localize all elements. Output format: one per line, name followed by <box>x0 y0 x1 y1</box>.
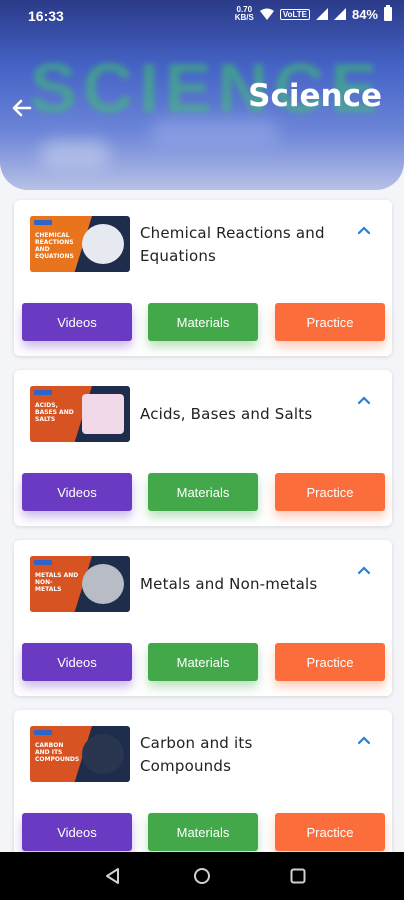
chapter-thumbnail[interactable]: Carbon and its Compounds <box>30 726 130 782</box>
battery-icon <box>384 5 392 21</box>
chapter-title[interactable]: Carbon and its Compounds <box>140 732 340 778</box>
triangle-back-icon[interactable] <box>104 867 122 885</box>
practice-button[interactable]: Practice <box>275 473 385 511</box>
status-bar: 16:33 0.70 KB/S VoLTE 84% <box>0 0 404 32</box>
status-icons: 0.70 KB/S VoLTE 84% <box>235 5 392 22</box>
back-button[interactable] <box>8 94 36 122</box>
brand-logo-icon <box>34 390 52 395</box>
videos-button[interactable]: Videos <box>22 643 132 681</box>
videos-button[interactable]: Videos <box>22 813 132 851</box>
chapter-card[interactable]: Chemical Reactions and Equations Chemica… <box>14 200 392 356</box>
thumbnail-label: Carbon and its Compounds <box>35 742 80 763</box>
chapter-card[interactable]: Carbon and its Compounds Carbon and its … <box>14 710 392 866</box>
wifi-icon <box>259 8 274 20</box>
chapter-card[interactable]: Metals and Non-metals Metals and Non-met… <box>14 540 392 696</box>
practice-button[interactable]: Practice <box>275 303 385 341</box>
metal-illustration-icon <box>82 564 124 604</box>
thumbnail-label: Metals and Non-metals <box>35 572 79 593</box>
chapter-title[interactable]: Chemical Reactions and Equations <box>140 222 340 268</box>
chevron-up-icon[interactable] <box>356 392 372 408</box>
system-nav-bar <box>0 852 404 900</box>
header-decoration <box>150 120 280 150</box>
volte-badge: VoLTE <box>279 8 310 20</box>
videos-button[interactable]: Videos <box>22 473 132 511</box>
signal-icon <box>333 8 346 20</box>
videos-button[interactable]: Videos <box>22 303 132 341</box>
molecule-illustration-icon <box>82 734 124 774</box>
thumbnail-label: Acids, Bases and Salts <box>35 402 74 423</box>
chevron-up-icon[interactable] <box>356 732 372 748</box>
chevron-up-icon[interactable] <box>356 222 372 238</box>
signal-icon <box>315 8 328 20</box>
materials-button[interactable]: Materials <box>148 303 258 341</box>
square-recents-icon[interactable] <box>289 867 307 885</box>
arrow-left-icon <box>12 99 32 117</box>
thumbnail-label: Chemical Reactions and Equations <box>35 232 74 260</box>
practice-button[interactable]: Practice <box>275 813 385 851</box>
brand-logo-icon <box>34 560 52 565</box>
materials-button[interactable]: Materials <box>148 473 258 511</box>
materials-button[interactable]: Materials <box>148 643 258 681</box>
flask-illustration-icon <box>82 224 124 264</box>
chevron-up-icon[interactable] <box>356 562 372 578</box>
chapter-thumbnail[interactable]: Acids, Bases and Salts <box>30 386 130 442</box>
circle-home-icon[interactable] <box>193 867 211 885</box>
brand-logo-icon <box>34 730 52 735</box>
chapter-thumbnail[interactable]: Metals and Non-metals <box>30 556 130 612</box>
screen: SCIENCE 16:33 0.70 KB/S VoLTE 84% Scienc… <box>0 0 404 900</box>
materials-button[interactable]: Materials <box>148 813 258 851</box>
header-banner: SCIENCE 16:33 0.70 KB/S VoLTE 84% Scienc… <box>0 0 404 190</box>
brand-logo-icon <box>34 220 52 225</box>
practice-button[interactable]: Practice <box>275 643 385 681</box>
network-speed: 0.70 KB/S <box>235 6 254 22</box>
chapter-title[interactable]: Metals and Non-metals <box>140 573 340 596</box>
chapter-card[interactable]: Acids, Bases and Salts Acids, Bases and … <box>14 370 392 526</box>
network-speed-unit: KB/S <box>234 13 254 22</box>
lab-illustration-icon <box>82 394 124 434</box>
chapter-title[interactable]: Acids, Bases and Salts <box>140 403 340 426</box>
header-decoration <box>40 140 110 170</box>
page-title: Science <box>248 78 382 114</box>
battery-percent: 84% <box>351 6 378 22</box>
status-time: 16:33 <box>28 8 64 24</box>
chapter-thumbnail[interactable]: Chemical Reactions and Equations <box>30 216 130 272</box>
